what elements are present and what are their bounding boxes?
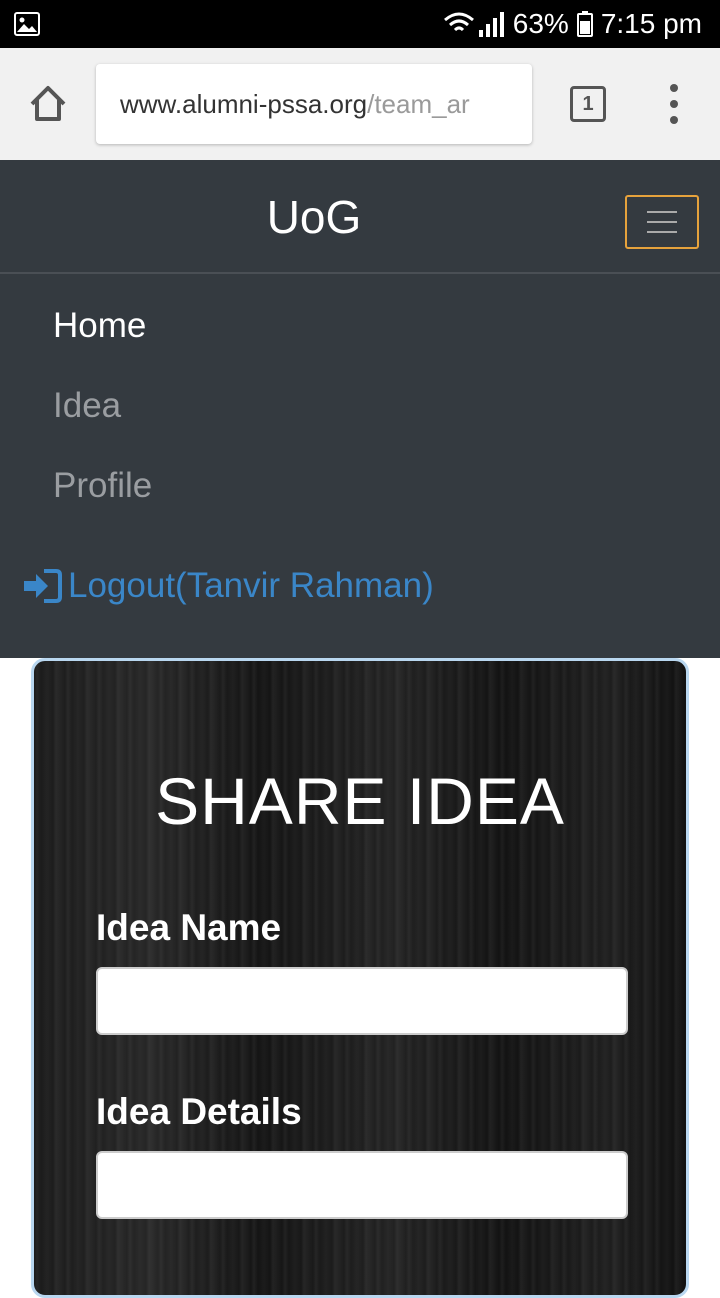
tab-count: 1 — [582, 92, 594, 115]
overflow-menu-icon[interactable] — [660, 84, 688, 124]
signal-icon — [443, 12, 504, 37]
battery-icon — [576, 11, 593, 37]
idea-name-label: Idea Name — [96, 907, 282, 948]
idea-details-label: Idea Details — [96, 1091, 302, 1132]
tabs-icon[interactable]: 1 — [570, 86, 606, 122]
form-title: SHARE IDEA — [155, 764, 565, 838]
address-bar[interactable]: www.alumni-pssa.org/team_ar — [96, 64, 532, 144]
idea-name-input[interactable] — [96, 967, 628, 1035]
browser-toolbar: www.alumni-pssa.org/team_ar 1 — [0, 48, 720, 160]
navbar-header: UoG — [0, 160, 720, 274]
idea-details-input[interactable] — [96, 1151, 628, 1219]
logout-label: Logout(Tanvir Rahman) — [68, 566, 434, 605]
gallery-icon — [14, 12, 40, 36]
navbar-toggler-button[interactable] — [625, 195, 699, 249]
sign-in-icon — [24, 569, 62, 603]
brand-link[interactable]: UoG — [0, 190, 628, 244]
nav-item-idea[interactable]: Idea — [53, 386, 121, 426]
status-bar: 63% 7:15 pm — [0, 0, 720, 48]
status-indicators: 63% 7:15 pm — [443, 6, 702, 42]
site-navbar: UoG Home Idea Profile Logout(Tanvir Rahm… — [0, 160, 720, 658]
status-time: 7:15 pm — [600, 8, 702, 39]
logout-link[interactable]: Logout(Tanvir Rahman) — [22, 566, 434, 606]
url-path: /team_ar — [367, 88, 470, 119]
battery-percent: 63% — [512, 8, 569, 39]
share-idea-card: SHARE IDEA Idea Name Idea Details — [31, 658, 689, 1298]
nav-item-profile[interactable]: Profile — [53, 466, 152, 506]
home-icon[interactable] — [26, 82, 70, 126]
url-domain: www.alumni-pssa.org — [120, 88, 368, 119]
nav-item-home[interactable]: Home — [53, 306, 146, 346]
